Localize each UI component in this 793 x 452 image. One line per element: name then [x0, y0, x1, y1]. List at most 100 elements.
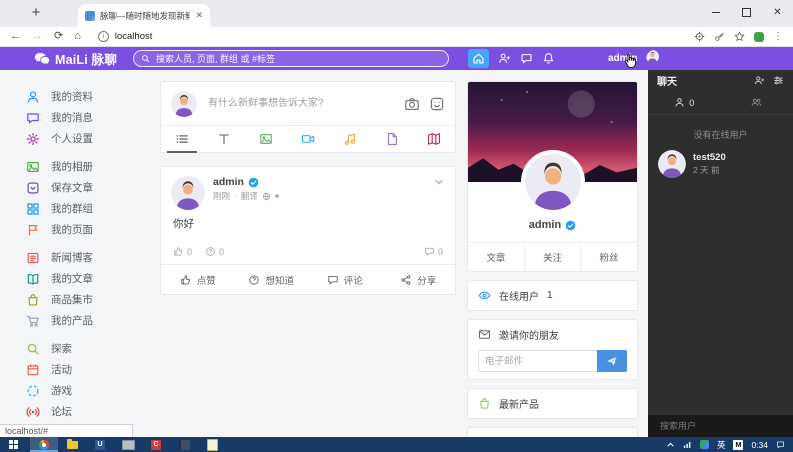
- post-translate-link[interactable]: 翻译: [241, 190, 258, 202]
- sidebar-item-messages[interactable]: 我的消息: [26, 107, 152, 128]
- site-info-icon[interactable]: i: [98, 31, 109, 42]
- forward-icon[interactable]: →: [32, 31, 43, 42]
- sidebar-label: 探索: [51, 341, 72, 356]
- like-count[interactable]: 0: [173, 246, 192, 257]
- chat-settings-sliders-icon[interactable]: [773, 75, 784, 86]
- brand[interactable]: MaiLi 脉聊: [34, 49, 117, 68]
- back-icon[interactable]: ←: [10, 31, 21, 42]
- network-icon[interactable]: [683, 440, 692, 449]
- wonder-icon: [205, 246, 216, 257]
- home-icon: [472, 52, 485, 65]
- post-time[interactable]: 刚刚: [213, 190, 230, 202]
- sidebar-item-profile[interactable]: 我的资料: [26, 86, 152, 107]
- address-bar[interactable]: i localhost: [92, 29, 683, 44]
- sidebar-item-saved[interactable]: 保存文章: [26, 177, 152, 198]
- taskbar-desktop-app-icon[interactable]: [114, 437, 142, 452]
- new-tab-button[interactable]: +: [28, 5, 44, 21]
- browser-menu-icon[interactable]: ⋮: [773, 31, 783, 42]
- start-button[interactable]: [0, 437, 26, 452]
- taskbar-chrome-icon[interactable]: [30, 437, 58, 452]
- browser-tab[interactable]: 脉聊—随时随地发现新鲜 ✕: [78, 4, 210, 27]
- taskbar-clock[interactable]: 0:34: [751, 440, 768, 450]
- window-close-button[interactable]: ✕: [762, 0, 793, 25]
- wonder-count[interactable]: 0: [205, 246, 224, 257]
- taskbar-notes-app-icon[interactable]: [198, 437, 226, 452]
- wonder-button[interactable]: 想知道: [235, 273, 309, 287]
- sidebar-item-groups[interactable]: 我的群组: [26, 198, 152, 219]
- chevron-up-icon[interactable]: [666, 440, 675, 449]
- sidebar-item-settings[interactable]: 个人设置: [26, 128, 152, 149]
- tab-map-post[interactable]: [413, 126, 455, 152]
- post-author-name[interactable]: admin: [213, 176, 244, 188]
- sidebar-item-explore[interactable]: 探索: [26, 338, 152, 359]
- taskbar-c-app-icon[interactable]: C: [142, 437, 170, 452]
- comment-button[interactable]: 评论: [308, 273, 382, 287]
- camera-icon[interactable]: [404, 96, 420, 112]
- profile-avatar[interactable]: [521, 150, 585, 214]
- password-key-icon[interactable]: [714, 31, 725, 42]
- post-avatar[interactable]: [171, 176, 205, 210]
- profile-tab-followers[interactable]: 粉丝: [580, 243, 637, 271]
- profile-name[interactable]: admin: [529, 219, 561, 231]
- sidebar-item-products[interactable]: 我的产品: [26, 310, 152, 331]
- tab-feed[interactable]: [161, 126, 203, 152]
- header-search[interactable]: [133, 50, 449, 67]
- tab-photo-post[interactable]: [245, 126, 287, 152]
- privacy-caret-icon[interactable]: ▾: [275, 191, 279, 202]
- like-button[interactable]: 点赞: [161, 273, 235, 287]
- header-username[interactable]: admin: [608, 53, 637, 64]
- photo-icon: [259, 132, 273, 146]
- action-center-icon[interactable]: [776, 440, 785, 449]
- composer-input[interactable]: [206, 97, 395, 110]
- send-to-device-icon[interactable]: [694, 31, 705, 42]
- lang-indicator[interactable]: 英: [717, 439, 726, 451]
- tab-close-icon[interactable]: ✕: [195, 10, 203, 21]
- chat-user-item[interactable]: test520 2 天 前: [648, 141, 793, 178]
- chat-search[interactable]: [648, 415, 793, 437]
- nav-notifications-button[interactable]: [542, 52, 555, 65]
- nav-add-friend-button[interactable]: [498, 52, 511, 65]
- ime-m-icon[interactable]: M: [733, 440, 743, 450]
- chat-search-input[interactable]: [658, 420, 783, 432]
- sidebar-item-pages[interactable]: 我的页面: [26, 219, 152, 240]
- tab-text-post[interactable]: [203, 126, 245, 152]
- window-minimize-button[interactable]: [700, 0, 731, 25]
- chat-add-user-icon[interactable]: [754, 75, 765, 86]
- taskbar-explorer-icon[interactable]: [58, 437, 86, 452]
- extension-icon[interactable]: [754, 32, 764, 42]
- taskbar-reader-app-icon[interactable]: [170, 437, 198, 452]
- tab-music-post[interactable]: [329, 126, 371, 152]
- profile-tab-articles[interactable]: 文章: [468, 243, 524, 271]
- post-composer-card: [160, 81, 456, 153]
- invite-email-input[interactable]: [478, 350, 597, 372]
- header-avatar[interactable]: [646, 50, 664, 68]
- window-maximize-button[interactable]: [731, 0, 762, 25]
- chat-tab-groups[interactable]: [721, 91, 793, 114]
- nav-messages-button[interactable]: [520, 52, 533, 65]
- share-button[interactable]: 分享: [382, 273, 456, 287]
- home-icon[interactable]: ⌂: [74, 31, 81, 42]
- tab-file-post[interactable]: [371, 126, 413, 152]
- profile-tab-following[interactable]: 关注: [524, 243, 581, 271]
- nav-home-button[interactable]: [468, 49, 489, 68]
- invite-send-button[interactable]: [597, 350, 627, 372]
- sidebar-item-blog[interactable]: 新闻博客: [26, 247, 152, 268]
- comment-count[interactable]: 0: [424, 246, 443, 257]
- ime-color-icon[interactable]: [700, 440, 709, 449]
- taskbar-u-app-icon[interactable]: U: [86, 437, 114, 452]
- sticker-icon[interactable]: [429, 96, 445, 112]
- post-header: admin 刚刚 · 翻译 ▾: [161, 167, 455, 214]
- tab-video-post[interactable]: [287, 126, 329, 152]
- bookmark-star-icon[interactable]: [734, 31, 745, 42]
- sidebar-item-articles[interactable]: 我的文章: [26, 268, 152, 289]
- chat-tab-contacts[interactable]: 0: [648, 91, 721, 114]
- header-search-input[interactable]: [154, 53, 441, 65]
- sidebar-item-albums[interactable]: 我的相册: [26, 156, 152, 177]
- reload-icon[interactable]: ⟳: [54, 31, 63, 42]
- sidebar-item-games[interactable]: 游戏: [26, 380, 152, 401]
- sidebar-item-events[interactable]: 活动: [26, 359, 152, 380]
- sidebar-item-forum[interactable]: 论坛: [26, 401, 152, 422]
- sidebar-item-market[interactable]: 商品集市: [26, 289, 152, 310]
- chat-tabs: 0: [648, 91, 793, 115]
- post-menu-chevron-icon[interactable]: [433, 176, 445, 188]
